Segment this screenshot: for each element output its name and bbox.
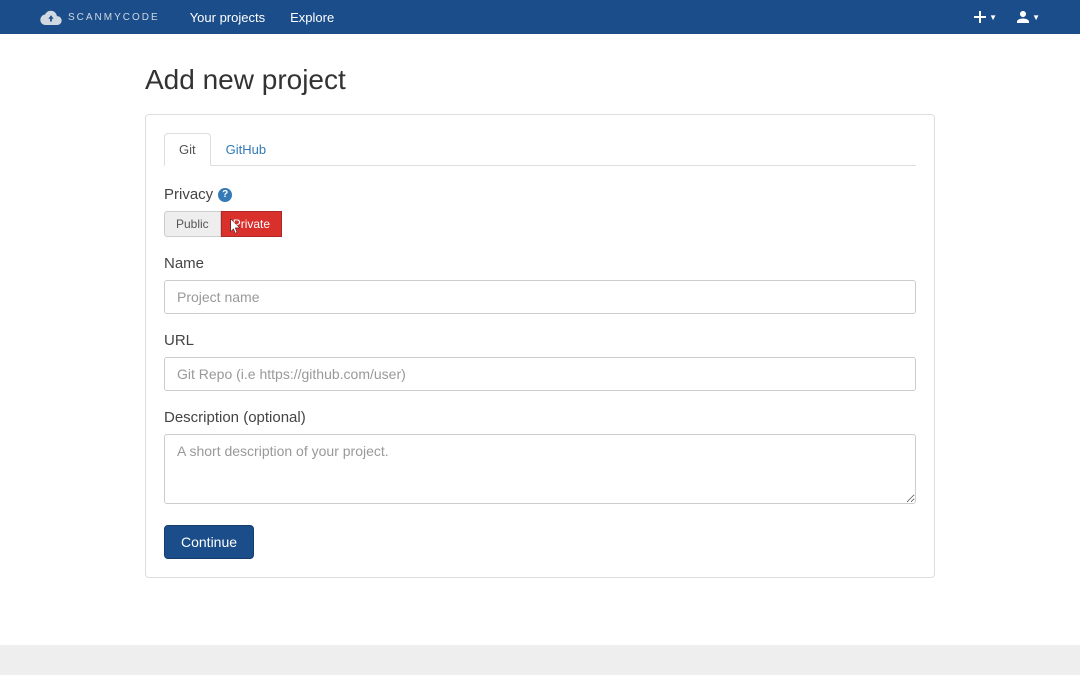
url-input[interactable] (164, 357, 916, 391)
description-textarea[interactable] (164, 434, 916, 504)
footer (0, 645, 1080, 675)
continue-button[interactable]: Continue (164, 525, 254, 559)
nav-explore[interactable]: Explore (290, 10, 334, 25)
url-label: URL (164, 332, 916, 349)
name-input[interactable] (164, 280, 916, 314)
caret-down-icon: ▼ (989, 13, 997, 22)
brand-text: SCANMYCODE (68, 12, 160, 23)
page-title: Add new project (145, 64, 935, 96)
source-tabs: Git GitHub (164, 133, 916, 166)
add-menu[interactable]: ▼ (974, 11, 997, 23)
plus-icon (974, 11, 986, 23)
user-menu[interactable]: ▼ (1017, 11, 1040, 23)
privacy-public-button[interactable]: Public (164, 211, 221, 237)
tab-github[interactable]: GitHub (211, 133, 281, 166)
navbar: SCANMYCODE Your projects Explore ▼ ▼ (0, 0, 1080, 34)
privacy-toggle: Public Private (164, 211, 916, 237)
form-panel: Git GitHub Privacy ? Public Private Name (145, 114, 935, 578)
privacy-label: Privacy ? (164, 186, 916, 203)
name-label: Name (164, 255, 916, 272)
tab-git[interactable]: Git (164, 133, 211, 166)
help-icon[interactable]: ? (218, 188, 232, 202)
privacy-private-button[interactable]: Private (221, 211, 282, 237)
caret-down-icon: ▼ (1032, 13, 1040, 22)
user-icon (1017, 11, 1029, 23)
nav-your-projects[interactable]: Your projects (190, 10, 265, 25)
brand-logo[interactable]: SCANMYCODE (40, 9, 160, 25)
description-label: Description (optional) (164, 409, 916, 426)
cloud-lock-icon (40, 9, 62, 25)
